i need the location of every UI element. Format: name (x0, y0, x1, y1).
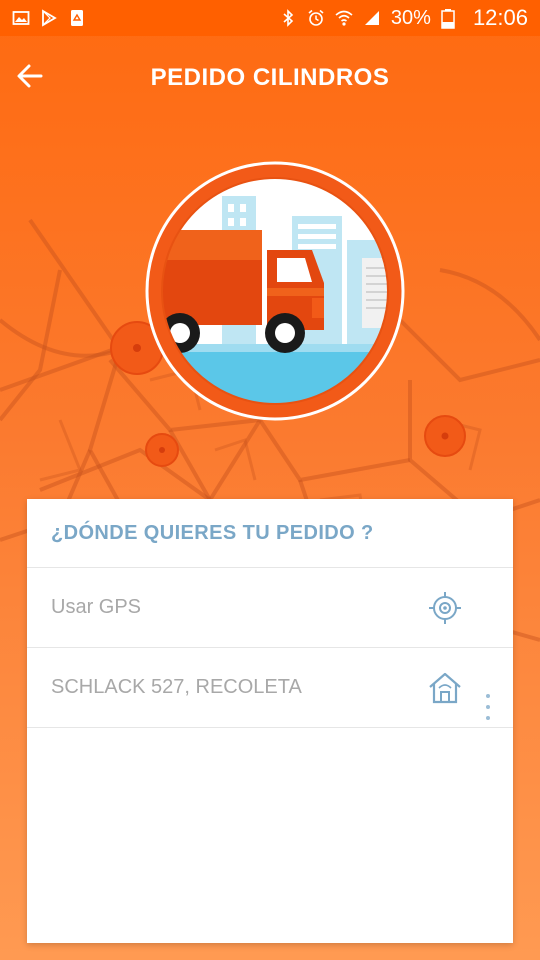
gps-target-icon[interactable] (427, 590, 463, 626)
use-gps-label: Usar GPS (51, 596, 142, 618)
card-header: ¿DÓNDE QUIERES TU PEDIDO ? (27, 499, 513, 568)
delivery-location-card: ¿DÓNDE QUIERES TU PEDIDO ? Usar GPS SCHL… (27, 499, 513, 943)
wifi-icon (335, 9, 353, 27)
play-store-icon (40, 9, 58, 27)
bluetooth-icon (279, 9, 297, 27)
alarm-icon (307, 9, 325, 27)
status-bar-right: 30% 12:06 (279, 5, 528, 31)
status-bar: 30% 12:06 (0, 0, 540, 36)
back-button[interactable] (10, 58, 50, 98)
map-marker-3 (424, 415, 466, 457)
map-marker-2 (145, 433, 179, 467)
saved-address-label: SCHLACK 527, RECOLETA (51, 676, 302, 698)
saved-address-option[interactable]: SCHLACK 527, RECOLETA (27, 648, 513, 728)
use-gps-option[interactable]: Usar GPS (27, 568, 513, 648)
home-icon[interactable] (427, 670, 463, 706)
more-options-icon[interactable] (483, 694, 493, 720)
battery-percent: 30% (390, 6, 431, 29)
status-time: 12:06 (472, 5, 528, 30)
signal-icon (363, 9, 381, 27)
status-bar-left (12, 9, 86, 27)
app-bar: PEDIDO CILINDROS (0, 36, 540, 120)
arrow-left-icon (16, 62, 44, 95)
page-title: PEDIDO CILINDROS (150, 64, 390, 91)
delivery-truck-illustration (142, 158, 408, 424)
battery-icon (441, 9, 459, 29)
card-title: ¿DÓNDE QUIERES TU PEDIDO ? (51, 521, 374, 544)
image-icon (12, 9, 30, 27)
recycle-icon (68, 9, 86, 27)
